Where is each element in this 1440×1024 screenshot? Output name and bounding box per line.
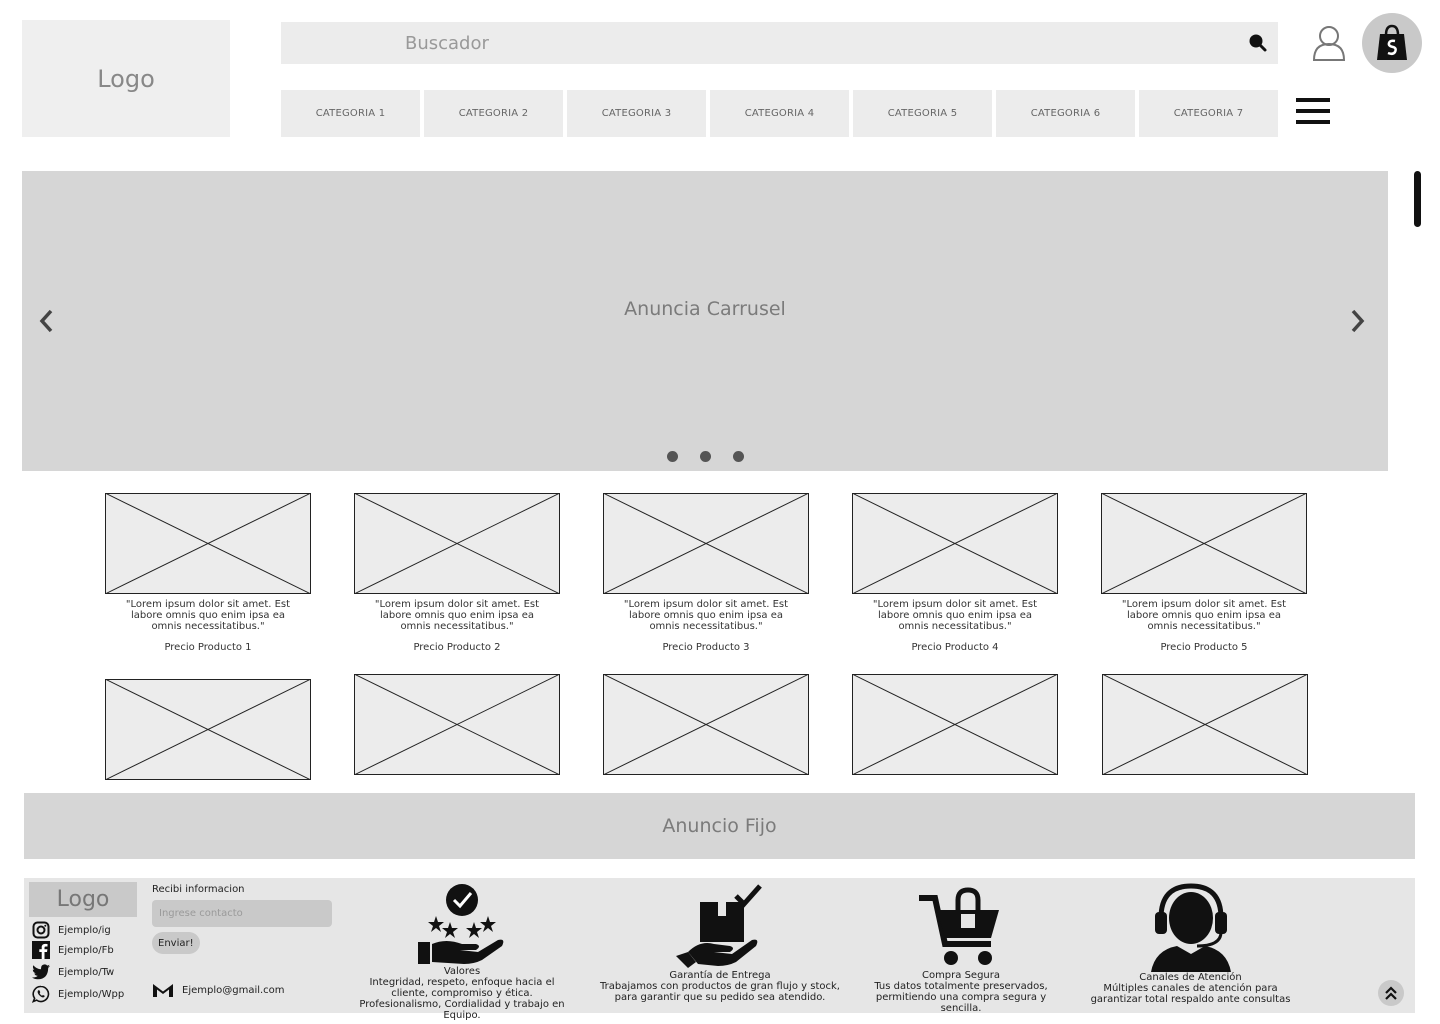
carousel-dot-2[interactable]: [699, 451, 711, 462]
carousel-dots: [22, 451, 1388, 462]
feature-support-channels-text: Múltiples canales de atención para garan…: [1090, 983, 1291, 1005]
category-item-6[interactable]: CATEGORIA 6: [996, 90, 1135, 137]
logo[interactable]: Logo: [22, 20, 230, 137]
footer-email[interactable]: Ejemplo@gmail.com: [152, 982, 285, 998]
product-price: Precio Producto 1: [164, 642, 252, 653]
product-description: "Lorem ipsum dolor sit amet. Est labore …: [374, 599, 540, 632]
twitter-label: Ejemplo/Tw: [58, 966, 115, 978]
footer-logo[interactable]: Logo: [29, 882, 137, 917]
chevron-right-icon: [1351, 309, 1365, 333]
carousel-dot-1[interactable]: [666, 451, 678, 462]
instagram-icon: [32, 921, 50, 939]
double-chevron-up-icon: [1385, 986, 1397, 1000]
scrollbar-thumb[interactable]: [1414, 171, 1421, 227]
product-card-5[interactable]: "Lorem ipsum dolor sit amet. Est labore …: [1101, 493, 1307, 653]
instagram-label: Ejemplo/ig: [58, 924, 111, 936]
product-image-placeholder: [852, 493, 1058, 594]
product-price: Precio Producto 2: [413, 642, 501, 653]
feature-support-channels-title: Canales de Atención: [1139, 972, 1242, 983]
category-item-4[interactable]: CATEGORIA 4: [710, 90, 849, 137]
cart-button[interactable]: [1362, 13, 1422, 73]
carousel-dot-3[interactable]: [732, 451, 744, 462]
product-description: "Lorem ipsum dolor sit amet. Est labore …: [125, 599, 291, 632]
twitter-icon: [32, 964, 50, 980]
product-card-1[interactable]: "Lorem ipsum dolor sit amet. Est labore …: [105, 493, 311, 653]
delivery-box-icon: [676, 884, 762, 968]
feature-secure-purchase: Compra Segura Tus datos totalmente prese…: [856, 884, 1066, 1014]
email-label: Ejemplo@gmail.com: [182, 984, 285, 996]
product-image-placeholder: [105, 493, 311, 594]
user-icon: [1312, 26, 1346, 61]
feature-secure-purchase-title: Compra Segura: [921, 970, 1001, 981]
product-image-placeholder-10[interactable]: [1102, 674, 1308, 775]
product-price: Precio Producto 3: [662, 642, 750, 653]
secure-cart-icon: [919, 887, 999, 965]
hamburger-menu-button[interactable]: [1294, 96, 1332, 126]
feature-support-channels: Canales de Atención Múltiples canales de…: [1088, 880, 1293, 1005]
gmail-icon: [153, 984, 173, 997]
feature-delivery-text: Trabajamos con productos de gran flujo y…: [600, 981, 840, 1003]
social-instagram[interactable]: Ejemplo/ig: [32, 921, 111, 939]
product-price: Precio Producto 4: [911, 642, 999, 653]
chevron-left-icon: [39, 309, 53, 333]
search-icon: [1249, 34, 1267, 52]
product-image-placeholder-6[interactable]: [105, 679, 311, 780]
social-whatsapp[interactable]: Ejemplo/Wpp: [32, 985, 124, 1003]
whatsapp-icon: [32, 985, 50, 1003]
fixed-ad-banner[interactable]: Anuncio Fijo: [24, 793, 1415, 859]
search-bar: [281, 22, 1278, 64]
footer: Logo Ejemplo/ig Ejemplo/Fb Ejemplo/Tw Ej…: [24, 878, 1415, 1021]
carousel-prev-button[interactable]: [34, 306, 58, 336]
product-card-2[interactable]: "Lorem ipsum dolor sit amet. Est labore …: [354, 493, 560, 653]
headset-support-icon: [1150, 883, 1231, 972]
product-description: "Lorem ipsum dolor sit amet. Est labore …: [623, 599, 789, 632]
newsletter-contact-input[interactable]: [152, 900, 332, 927]
search-input[interactable]: [281, 22, 1238, 64]
product-image-placeholder: [603, 493, 809, 594]
feature-values-text: Integridad, respeto, enfoque hacia el cl…: [359, 977, 565, 1021]
category-item-5[interactable]: CATEGORIA 5: [853, 90, 992, 137]
feature-secure-purchase-text: Tus datos totalmente preservados, permit…: [874, 981, 1048, 1014]
values-hand-icon: [418, 884, 504, 964]
product-image-placeholder: [1101, 493, 1307, 594]
product-image-placeholder-8[interactable]: [603, 674, 809, 775]
feature-values-title: Valores: [443, 966, 481, 977]
newsletter-title: Recibi informacion: [152, 884, 245, 895]
hamburger-icon: [1296, 98, 1330, 124]
category-item-1[interactable]: CATEGORIA 1: [281, 90, 420, 137]
whatsapp-label: Ejemplo/Wpp: [58, 988, 125, 1000]
product-image-placeholder-7[interactable]: [354, 674, 560, 775]
feature-delivery: Garantía de Entrega Trabajamos con produ…: [600, 884, 840, 1003]
feature-delivery-title: Garantía de Entrega: [669, 970, 771, 981]
facebook-icon: [32, 941, 50, 959]
carousel-label: Anuncia Carrusel: [624, 298, 786, 320]
back-to-top-button[interactable]: [1378, 980, 1404, 1006]
category-item-7[interactable]: CATEGORIA 7: [1139, 90, 1278, 137]
product-card-4[interactable]: "Lorem ipsum dolor sit amet. Est labore …: [852, 493, 1058, 653]
product-image-placeholder-9[interactable]: [852, 674, 1058, 775]
feature-values: Valores Integridad, respeto, enfoque hac…: [352, 880, 572, 1021]
shopping-bag-icon: [1377, 24, 1407, 60]
product-description: "Lorem ipsum dolor sit amet. Est labore …: [872, 599, 1038, 632]
social-facebook[interactable]: Ejemplo/Fb: [32, 941, 114, 959]
product-description: "Lorem ipsum dolor sit amet. Est labore …: [1121, 599, 1287, 632]
product-image-placeholder: [354, 493, 560, 594]
category-nav: CATEGORIA 1 CATEGORIA 2 CATEGORIA 3 CATE…: [281, 90, 1278, 138]
social-twitter[interactable]: Ejemplo/Tw: [32, 964, 114, 980]
newsletter-send-button[interactable]: Enviar!: [152, 932, 200, 954]
user-account-button[interactable]: [1310, 24, 1348, 62]
category-item-2[interactable]: CATEGORIA 2: [424, 90, 563, 137]
carousel-next-button[interactable]: [1346, 306, 1370, 336]
product-price: Precio Producto 5: [1160, 642, 1248, 653]
product-card-3[interactable]: "Lorem ipsum dolor sit amet. Est labore …: [603, 493, 809, 653]
facebook-label: Ejemplo/Fb: [58, 944, 114, 956]
search-button[interactable]: [1238, 22, 1278, 64]
carousel-banner[interactable]: Anuncia Carrusel: [22, 171, 1388, 471]
category-item-3[interactable]: CATEGORIA 3: [567, 90, 706, 137]
